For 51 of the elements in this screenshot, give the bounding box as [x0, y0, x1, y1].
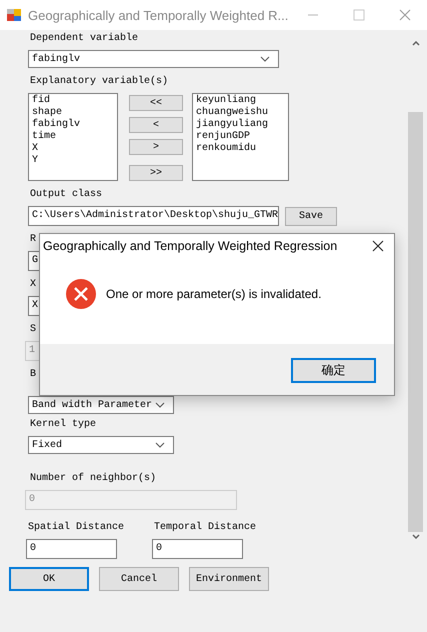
list-item[interactable]: renjunGDP — [196, 131, 285, 143]
field-label: R — [30, 233, 36, 246]
close-icon[interactable] — [372, 240, 384, 252]
field-label: S — [30, 323, 36, 336]
input-field[interactable]: 0 — [26, 539, 117, 559]
dropdown[interactable]: Fixed — [28, 436, 174, 454]
field-label: Kernel type — [30, 418, 96, 431]
field-label: Explanatory variable(s) — [30, 75, 168, 88]
field-label: Dependent variable — [30, 32, 138, 45]
variable-list[interactable]: keyunliang chuangweishu jiangyuliang renjunGDP renkoumidu — [192, 93, 289, 181]
dialog-button[interactable]: Environment — [189, 567, 269, 591]
list-item[interactable]: chuangweishu — [196, 107, 285, 119]
dialog-button[interactable]: Cancel — [99, 567, 179, 591]
move-button[interactable]: < — [129, 117, 183, 133]
list-item[interactable]: fid — [32, 95, 114, 107]
dialog-title: Geographically and Temporally Weighted Regression — [43, 239, 338, 253]
caret-icon — [155, 442, 165, 448]
field-label: X — [30, 278, 36, 291]
input-field[interactable]: 0 — [152, 539, 244, 559]
list-item[interactable]: Y — [32, 155, 114, 167]
error-icon — [66, 279, 96, 309]
window-title: Geographically and Temporally Weighted R... — [28, 8, 289, 22]
field-label: Temporal Distance — [154, 521, 256, 534]
path-field[interactable]: C:\Users\Administrator\Desktop\shuju_GTWR — [28, 206, 279, 226]
error-message: One or more parameter(s) is invalidated. — [106, 287, 322, 301]
list-item[interactable]: shape — [32, 107, 114, 119]
list-item[interactable]: renkoumidu — [196, 143, 285, 155]
maximize-icon[interactable] — [353, 9, 365, 21]
field-label: Number of neighbor(s) — [30, 472, 156, 485]
confirm-button[interactable]: 确定 — [291, 358, 376, 383]
dropdown[interactable]: fabinglv — [28, 50, 279, 68]
variable-list[interactable]: fid shape fabinglv time X Y — [28, 93, 118, 181]
list-item[interactable]: keyunliang — [196, 95, 285, 107]
list-item[interactable]: jiangyuliang — [196, 119, 285, 131]
list-item[interactable]: X — [32, 143, 114, 155]
move-button[interactable]: << — [129, 95, 183, 111]
field-label: Output class — [30, 188, 102, 201]
list-item[interactable]: time — [32, 131, 114, 143]
scroll-down-icon[interactable] — [412, 534, 420, 539]
save-button[interactable]: Save — [285, 206, 337, 226]
caret-icon — [155, 402, 165, 408]
field-label: Spatial Distance — [28, 521, 124, 534]
caret-icon — [260, 56, 270, 62]
scroll-up-icon[interactable] — [412, 41, 420, 46]
app-icon — [6, 7, 22, 23]
move-button[interactable]: >> — [129, 165, 183, 181]
dialog-button[interactable]: OK — [9, 567, 89, 591]
move-button[interactable]: > — [129, 139, 183, 155]
dropdown[interactable]: Band width Parameter — [28, 396, 174, 414]
list-item[interactable]: fabinglv — [32, 119, 114, 131]
field-label: B — [30, 368, 36, 381]
